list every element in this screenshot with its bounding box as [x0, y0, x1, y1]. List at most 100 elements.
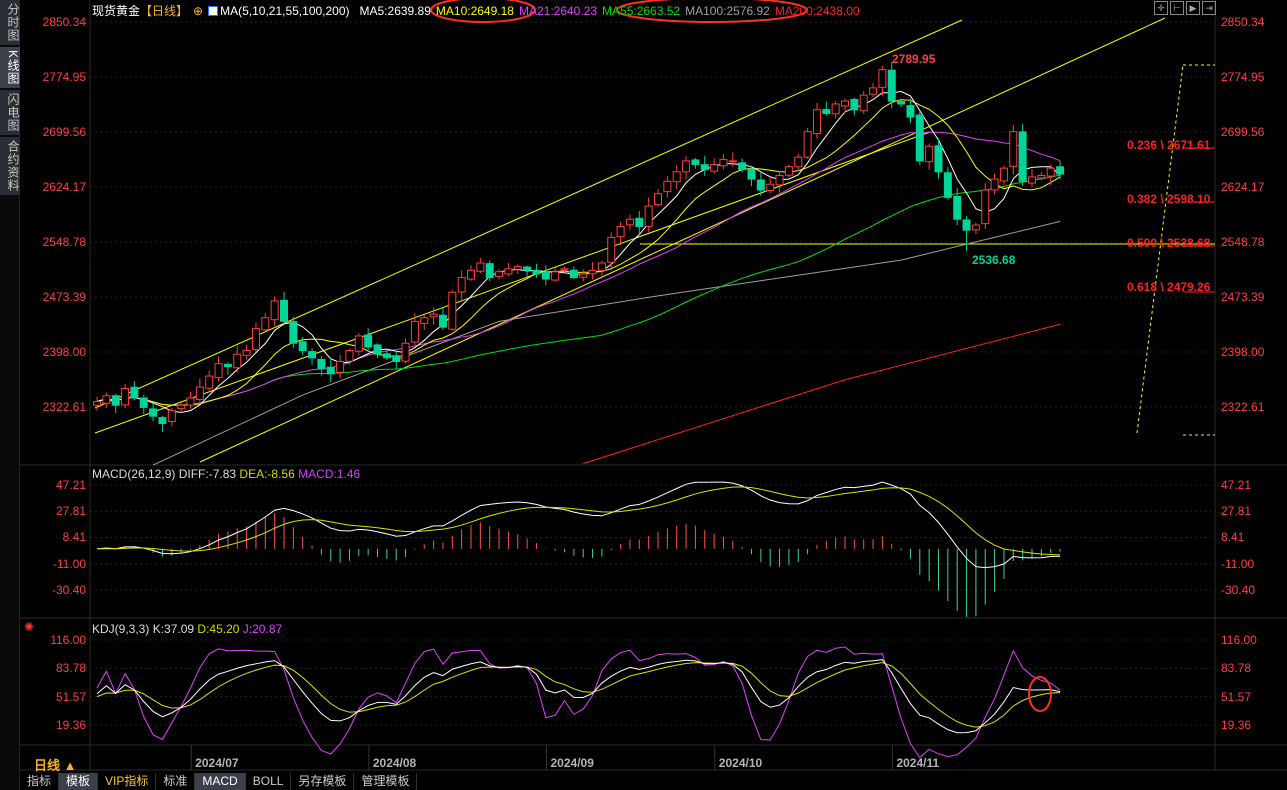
kdj-axis-label-left: 19.36 [55, 717, 86, 732]
candle [205, 375, 214, 389]
candle [981, 189, 990, 225]
kline-chart[interactable] [0, 0, 1287, 790]
date-label: 2024/09 [550, 756, 594, 770]
tab-vip-indicator[interactable]: VIP指标 [98, 773, 157, 790]
candle [495, 271, 504, 277]
price-axis-label-left: 2850.34 [42, 15, 86, 29]
kdj-axis-label-right: 51.57 [1221, 689, 1252, 704]
candle [448, 291, 457, 330]
candle [925, 145, 934, 163]
kdj-legend: KDJ(9,3,3) K:37.09 D:45.20 J:20.87 [92, 622, 283, 636]
price-axis-label-right: 2548.78 [1221, 235, 1265, 249]
tab-indicator[interactable]: 指标 [20, 773, 60, 790]
candle [308, 351, 317, 359]
fib-level-0500: 0.500 \ 2538.68 [1127, 236, 1211, 250]
candle [803, 131, 812, 158]
tab-save-template[interactable]: 另存模板 [291, 773, 355, 790]
tab-manage-template[interactable]: 管理模板 [354, 773, 418, 790]
candle [121, 387, 130, 406]
macd-axis-label-left: 47.21 [55, 478, 86, 492]
symbol-name: 现货黄金 [92, 4, 141, 18]
candle [392, 355, 401, 362]
candle [223, 363, 232, 368]
candle [962, 219, 971, 231]
tab-template[interactable]: 模板 [59, 773, 99, 790]
candle [177, 404, 186, 409]
date-label: 2024/10 [718, 756, 763, 770]
candle [719, 158, 728, 167]
candle [242, 350, 251, 356]
candle [467, 269, 475, 280]
kdj-axis-label-right: 83.78 [1221, 661, 1252, 676]
period-selector[interactable]: 日线 ▲ [34, 755, 76, 774]
move-right-icon[interactable]: ⇥ [1202, 1, 1216, 15]
candle [822, 109, 831, 114]
candle [167, 409, 176, 422]
candle [504, 268, 513, 275]
candle [616, 226, 625, 238]
candle [270, 300, 279, 321]
candle [579, 273, 588, 278]
ma100-value: MA100:2576.92 [685, 4, 770, 18]
candle [738, 162, 747, 171]
price-axis-label-left: 2699.56 [42, 125, 86, 139]
candle [214, 363, 223, 379]
kdj-axis-label-right: 116.00 [1221, 633, 1257, 647]
price-axis-label-right: 2850.34 [1221, 15, 1265, 29]
add-icon[interactable]: ⊕ [193, 4, 203, 18]
candle [766, 183, 775, 192]
candle [1037, 174, 1046, 179]
candle [775, 174, 784, 186]
ma-indicator-icon [208, 6, 219, 16]
tab-boll[interactable]: BOLL [246, 773, 292, 790]
candle [635, 217, 644, 228]
candle [1028, 176, 1036, 184]
candle [345, 350, 354, 362]
tab-standard[interactable]: 标准 [156, 773, 196, 790]
ma-label[interactable]: MA(5,10,21,55,100,200) [208, 4, 354, 18]
candle [859, 94, 868, 112]
candle [513, 266, 522, 270]
ma21-value: MA21:2640.23 [518, 4, 598, 18]
high-annotation: 2789.95 [892, 52, 936, 66]
zoom-in-icon[interactable]: ⊢ [1170, 1, 1184, 15]
zoom-out-icon[interactable]: ▶ [1186, 1, 1200, 15]
price-axis-label-right: 2699.56 [1221, 125, 1265, 139]
candle [523, 266, 532, 271]
candle [532, 270, 541, 275]
price-axis-label-left: 2624.17 [42, 180, 86, 194]
crosshair-icon[interactable]: ✛ [1154, 1, 1168, 15]
price-axis-label-right: 2774.95 [1221, 70, 1265, 84]
candle [850, 99, 859, 111]
candle [756, 179, 765, 191]
candle [251, 328, 260, 350]
candle [233, 353, 242, 369]
macd-axis-label-left: 27.81 [55, 504, 86, 519]
candle [1009, 131, 1018, 167]
tab-macd[interactable]: MACD [195, 773, 246, 790]
candle [700, 164, 709, 171]
price-axis-label-right: 2624.17 [1221, 180, 1265, 194]
candle [457, 277, 466, 293]
candle [607, 236, 616, 263]
date-label: 2024/08 [372, 756, 417, 770]
price-axis-label-left: 2322.61 [42, 400, 86, 414]
macd-axis-label-right: -30.40 [1221, 583, 1256, 597]
ma10-value: MA10:2649.18 [435, 4, 514, 18]
candle [261, 317, 270, 331]
ma5-value: MA5:2639.89 [359, 4, 431, 18]
candle [934, 145, 943, 173]
kdj-axis-label-left: 83.78 [55, 661, 86, 676]
price-axis-label-right: 2322.61 [1221, 400, 1265, 414]
candle [663, 180, 672, 193]
fib-level-0236: 0.236 \ 2671.61 [1127, 138, 1211, 152]
candle [897, 100, 906, 105]
candle [401, 342, 410, 362]
macd-axis-label-right: 8.41 [1221, 530, 1245, 545]
settings-icon[interactable]: ✺ [24, 620, 34, 634]
candle [841, 100, 849, 107]
candle [1046, 167, 1055, 177]
date-label: 2024/07 [195, 756, 239, 770]
kdj-axis-label-right: 19.36 [1221, 717, 1252, 732]
candle [747, 168, 756, 180]
